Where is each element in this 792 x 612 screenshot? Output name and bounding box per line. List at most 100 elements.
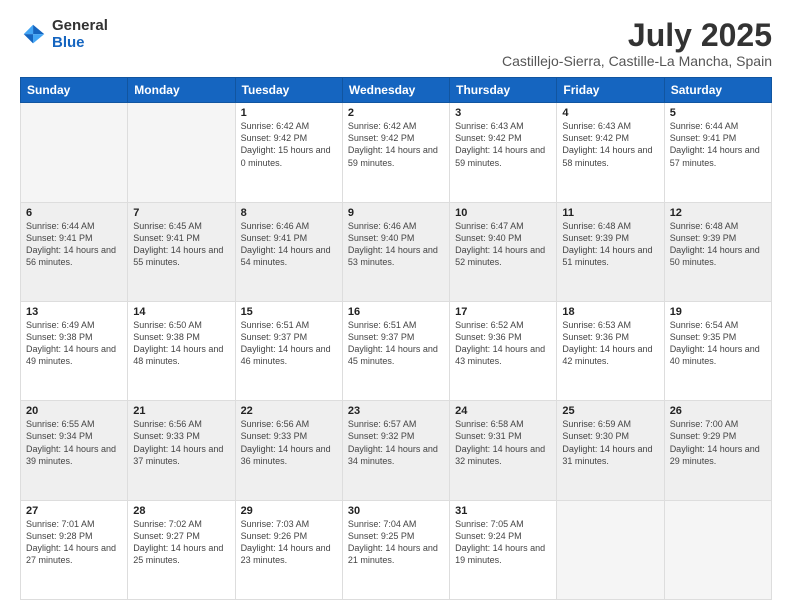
day-info: Sunrise: 6:49 AM Sunset: 9:38 PM Dayligh… bbox=[26, 319, 122, 368]
day-cell: 28Sunrise: 7:02 AM Sunset: 9:27 PM Dayli… bbox=[128, 500, 235, 599]
day-cell: 4Sunrise: 6:43 AM Sunset: 9:42 PM Daylig… bbox=[557, 103, 664, 202]
day-cell: 6Sunrise: 6:44 AM Sunset: 9:41 PM Daylig… bbox=[21, 202, 128, 301]
day-number: 31 bbox=[455, 505, 551, 517]
day-info: Sunrise: 6:59 AM Sunset: 9:30 PM Dayligh… bbox=[562, 418, 658, 467]
day-number: 8 bbox=[241, 207, 337, 219]
day-info: Sunrise: 6:43 AM Sunset: 9:42 PM Dayligh… bbox=[455, 120, 551, 169]
day-info: Sunrise: 6:42 AM Sunset: 9:42 PM Dayligh… bbox=[348, 120, 444, 169]
day-info: Sunrise: 6:47 AM Sunset: 9:40 PM Dayligh… bbox=[455, 220, 551, 269]
day-cell bbox=[557, 500, 664, 599]
day-number: 9 bbox=[348, 207, 444, 219]
day-info: Sunrise: 6:44 AM Sunset: 9:41 PM Dayligh… bbox=[670, 120, 766, 169]
day-cell bbox=[21, 103, 128, 202]
calendar: Sunday Monday Tuesday Wednesday Thursday… bbox=[20, 77, 772, 600]
day-cell: 27Sunrise: 7:01 AM Sunset: 9:28 PM Dayli… bbox=[21, 500, 128, 599]
day-number: 26 bbox=[670, 405, 766, 417]
day-info: Sunrise: 6:51 AM Sunset: 9:37 PM Dayligh… bbox=[241, 319, 337, 368]
weekday-header-row: Sunday Monday Tuesday Wednesday Thursday… bbox=[21, 78, 772, 103]
day-info: Sunrise: 6:54 AM Sunset: 9:35 PM Dayligh… bbox=[670, 319, 766, 368]
day-number: 15 bbox=[241, 306, 337, 318]
day-number: 18 bbox=[562, 306, 658, 318]
day-cell: 14Sunrise: 6:50 AM Sunset: 9:38 PM Dayli… bbox=[128, 301, 235, 400]
day-number: 5 bbox=[670, 107, 766, 119]
day-cell: 21Sunrise: 6:56 AM Sunset: 9:33 PM Dayli… bbox=[128, 401, 235, 500]
day-number: 17 bbox=[455, 306, 551, 318]
day-info: Sunrise: 6:53 AM Sunset: 9:36 PM Dayligh… bbox=[562, 319, 658, 368]
day-cell: 22Sunrise: 6:56 AM Sunset: 9:33 PM Dayli… bbox=[235, 401, 342, 500]
logo: General Blue bbox=[20, 18, 108, 51]
day-cell: 11Sunrise: 6:48 AM Sunset: 9:39 PM Dayli… bbox=[557, 202, 664, 301]
day-number: 28 bbox=[133, 505, 229, 517]
day-cell bbox=[664, 500, 771, 599]
day-info: Sunrise: 6:51 AM Sunset: 9:37 PM Dayligh… bbox=[348, 319, 444, 368]
day-cell: 20Sunrise: 6:55 AM Sunset: 9:34 PM Dayli… bbox=[21, 401, 128, 500]
day-cell: 5Sunrise: 6:44 AM Sunset: 9:41 PM Daylig… bbox=[664, 103, 771, 202]
main-title: July 2025 bbox=[502, 18, 772, 53]
day-info: Sunrise: 6:56 AM Sunset: 9:33 PM Dayligh… bbox=[241, 418, 337, 467]
day-number: 20 bbox=[26, 405, 122, 417]
week-row-1: 1 Sunrise: 6:42 AM Sunset: 9:42 PM Daylig… bbox=[21, 103, 772, 202]
day-info: Sunrise: 6:45 AM Sunset: 9:41 PM Dayligh… bbox=[133, 220, 229, 269]
day-number: 29 bbox=[241, 505, 337, 517]
day-info: Sunrise: 6:48 AM Sunset: 9:39 PM Dayligh… bbox=[670, 220, 766, 269]
day-number: 22 bbox=[241, 405, 337, 417]
day-number: 4 bbox=[562, 107, 658, 119]
day-cell: 16Sunrise: 6:51 AM Sunset: 9:37 PM Dayli… bbox=[342, 301, 449, 400]
day-info: Sunrise: 6:52 AM Sunset: 9:36 PM Dayligh… bbox=[455, 319, 551, 368]
day-info: Sunrise: 6:43 AM Sunset: 9:42 PM Dayligh… bbox=[562, 120, 658, 169]
day-cell: 25Sunrise: 6:59 AM Sunset: 9:30 PM Dayli… bbox=[557, 401, 664, 500]
day-cell: 8Sunrise: 6:46 AM Sunset: 9:41 PM Daylig… bbox=[235, 202, 342, 301]
day-number: 7 bbox=[133, 207, 229, 219]
day-info: Sunrise: 6:44 AM Sunset: 9:41 PM Dayligh… bbox=[26, 220, 122, 269]
header-friday: Friday bbox=[557, 78, 664, 103]
day-number: 25 bbox=[562, 405, 658, 417]
day-info: Sunrise: 7:05 AM Sunset: 9:24 PM Dayligh… bbox=[455, 518, 551, 567]
day-number: 10 bbox=[455, 207, 551, 219]
week-row-2: 6Sunrise: 6:44 AM Sunset: 9:41 PM Daylig… bbox=[21, 202, 772, 301]
day-cell: 3Sunrise: 6:43 AM Sunset: 9:42 PM Daylig… bbox=[450, 103, 557, 202]
header-thursday: Thursday bbox=[450, 78, 557, 103]
header-saturday: Saturday bbox=[664, 78, 771, 103]
day-number: 3 bbox=[455, 107, 551, 119]
day-cell: 12Sunrise: 6:48 AM Sunset: 9:39 PM Dayli… bbox=[664, 202, 771, 301]
day-info: Sunrise: 7:03 AM Sunset: 9:26 PM Dayligh… bbox=[241, 518, 337, 567]
day-cell: 24Sunrise: 6:58 AM Sunset: 9:31 PM Dayli… bbox=[450, 401, 557, 500]
day-cell: 10Sunrise: 6:47 AM Sunset: 9:40 PM Dayli… bbox=[450, 202, 557, 301]
day-cell: 2Sunrise: 6:42 AM Sunset: 9:42 PM Daylig… bbox=[342, 103, 449, 202]
day-cell: 9Sunrise: 6:46 AM Sunset: 9:40 PM Daylig… bbox=[342, 202, 449, 301]
day-cell: 13Sunrise: 6:49 AM Sunset: 9:38 PM Dayli… bbox=[21, 301, 128, 400]
logo-text: General Blue bbox=[52, 18, 108, 51]
week-row-3: 13Sunrise: 6:49 AM Sunset: 9:38 PM Dayli… bbox=[21, 301, 772, 400]
header-monday: Monday bbox=[128, 78, 235, 103]
day-number: 14 bbox=[133, 306, 229, 318]
day-info: Sunrise: 6:57 AM Sunset: 9:32 PM Dayligh… bbox=[348, 418, 444, 467]
title-section: July 2025 Castillejo-Sierra, Castille-La… bbox=[502, 18, 772, 69]
day-info: Sunrise: 6:58 AM Sunset: 9:31 PM Dayligh… bbox=[455, 418, 551, 467]
day-cell: 1Sunrise: 6:42 AM Sunset: 9:42 PM Daylig… bbox=[235, 103, 342, 202]
day-info: Sunrise: 6:56 AM Sunset: 9:33 PM Dayligh… bbox=[133, 418, 229, 467]
day-number: 30 bbox=[348, 505, 444, 517]
day-number: 11 bbox=[562, 207, 658, 219]
day-info: Sunrise: 7:04 AM Sunset: 9:25 PM Dayligh… bbox=[348, 518, 444, 567]
header-wednesday: Wednesday bbox=[342, 78, 449, 103]
day-number: 24 bbox=[455, 405, 551, 417]
day-number: 21 bbox=[133, 405, 229, 417]
logo-icon bbox=[20, 21, 48, 49]
logo-blue: Blue bbox=[52, 35, 108, 52]
day-number: 1 bbox=[241, 107, 337, 119]
day-number: 13 bbox=[26, 306, 122, 318]
day-number: 2 bbox=[348, 107, 444, 119]
day-number: 27 bbox=[26, 505, 122, 517]
header-tuesday: Tuesday bbox=[235, 78, 342, 103]
day-cell: 19Sunrise: 6:54 AM Sunset: 9:35 PM Dayli… bbox=[664, 301, 771, 400]
day-cell: 7Sunrise: 6:45 AM Sunset: 9:41 PM Daylig… bbox=[128, 202, 235, 301]
day-info: Sunrise: 6:50 AM Sunset: 9:38 PM Dayligh… bbox=[133, 319, 229, 368]
day-info: Sunrise: 7:02 AM Sunset: 9:27 PM Dayligh… bbox=[133, 518, 229, 567]
day-info: Sunrise: 7:01 AM Sunset: 9:28 PM Dayligh… bbox=[26, 518, 122, 567]
day-cell: 31Sunrise: 7:05 AM Sunset: 9:24 PM Dayli… bbox=[450, 500, 557, 599]
header-sunday: Sunday bbox=[21, 78, 128, 103]
day-cell: 15Sunrise: 6:51 AM Sunset: 9:37 PM Dayli… bbox=[235, 301, 342, 400]
week-row-4: 20Sunrise: 6:55 AM Sunset: 9:34 PM Dayli… bbox=[21, 401, 772, 500]
day-number: 23 bbox=[348, 405, 444, 417]
day-cell: 26Sunrise: 7:00 AM Sunset: 9:29 PM Dayli… bbox=[664, 401, 771, 500]
